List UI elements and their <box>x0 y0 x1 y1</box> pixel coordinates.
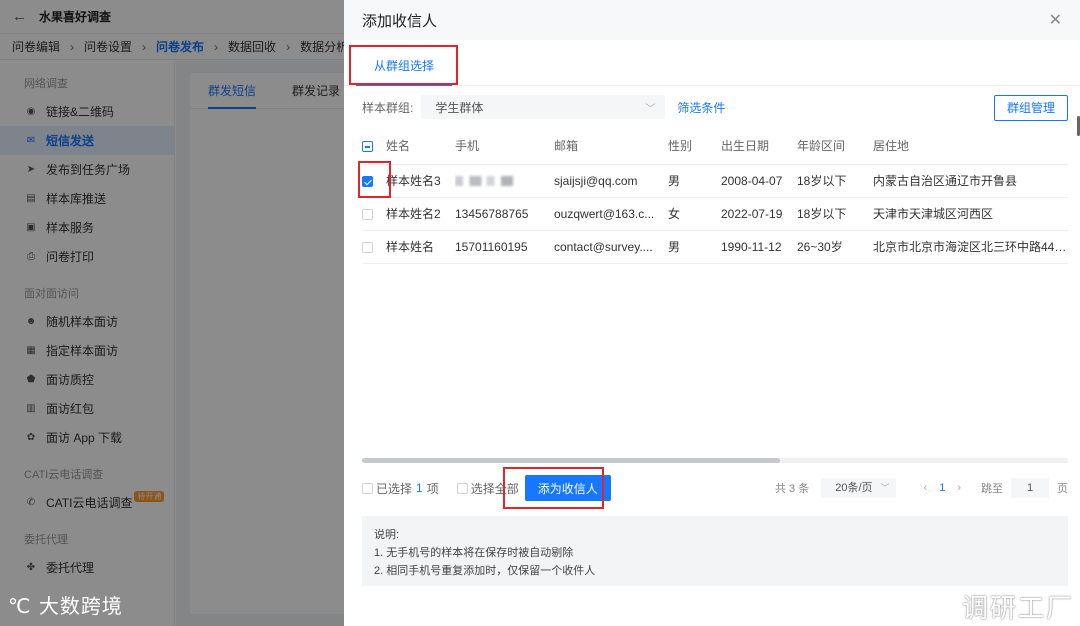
cell-birth: 2008-04-07 <box>721 164 797 198</box>
tab-from-group[interactable]: 从群组选择 <box>356 40 453 86</box>
current-page[interactable]: 1 <box>939 482 945 494</box>
cell-birth: 1990-11-12 <box>721 230 797 264</box>
row-select-cell[interactable] <box>362 197 386 231</box>
brand-logo-icon: ℃ <box>8 594 32 618</box>
watermark-right: 调研工厂 <box>961 594 1074 624</box>
row-checkbox[interactable] <box>362 175 373 187</box>
cell-gender: 男 <box>668 230 721 264</box>
notes-panel: 说明: 1. 无手机号的样本将在保存时被自动剔除 2. 相同手机号重复添加时，仅… <box>362 516 1068 586</box>
page-size-value: 20条/页 <box>835 482 873 494</box>
column-header: 居住地 <box>873 128 1068 165</box>
total-count: 共 3 条 <box>774 483 810 495</box>
row-select-cell[interactable] <box>362 164 386 198</box>
column-header: 性别 <box>668 128 721 165</box>
cell-age: 18岁以下 <box>797 197 873 231</box>
cell-gender: 女 <box>668 197 721 231</box>
selected-suffix: 项 <box>426 481 439 496</box>
add-recipient-modal: 添加收信人 ✕ 从群组选择 样本群组: 学生群体 ﹀ 筛选条件 群组管理 姓名 … <box>344 0 1080 626</box>
prev-page-icon[interactable]: ‹ <box>924 482 928 494</box>
filter-row: 样本群组: 学生群体 ﹀ 筛选条件 群组管理 <box>344 86 1080 128</box>
row-checkbox[interactable] <box>362 208 373 220</box>
modal-footer: 已选择 1 项 选择全部 添为收信人 共 3 条 20条/页 ﹀ ‹ 1 › 跳至… <box>362 475 1068 501</box>
select-all-footer-checkbox[interactable] <box>456 482 468 494</box>
selected-prefix: 已选择 <box>376 481 413 496</box>
pagination: 共 3 条 20条/页 ﹀ ‹ 1 › 跳至 1 页 <box>775 478 1068 498</box>
cell-email: contact@survey.... <box>554 230 668 264</box>
notes-line: 2. 相同手机号重复添加时，仅保留一个收件人 <box>374 565 596 577</box>
close-icon[interactable]: ✕ <box>1049 10 1062 30</box>
modal-header: 添加收信人 ✕ <box>344 0 1080 40</box>
filter-conditions-link[interactable]: 筛选条件 <box>677 99 725 116</box>
cell-name: 样本姓名2 <box>386 197 455 231</box>
page-size-select[interactable]: 20条/页 ﹀ <box>821 478 896 498</box>
table-row[interactable]: 样本姓名 15701160195 contact@survey.... 男 19… <box>362 230 1068 264</box>
select-all-checkbox[interactable] <box>362 141 373 153</box>
cell-email: sjaijsji@qq.com <box>554 164 668 198</box>
column-header: 手机 <box>455 128 554 165</box>
cell-age: 26~30岁 <box>797 230 873 264</box>
add-recipient-button[interactable]: 添为收信人 <box>524 475 611 501</box>
select-all-label: 选择全部 <box>470 481 519 496</box>
cell-phone: 15701160195 <box>455 230 554 264</box>
modal-tabs: 从群组选择 <box>344 40 1080 86</box>
cell-name: 样本姓名3 <box>386 164 455 198</box>
table-header-row: 姓名 手机 邮箱 性别 出生日期 年龄区间 居住地 <box>362 128 1068 165</box>
cell-phone: 13456788765 <box>455 197 554 231</box>
column-header: 邮箱 <box>554 128 668 165</box>
group-select[interactable]: 学生群体 ﹀ <box>421 95 666 119</box>
scrollbar-thumb[interactable] <box>362 458 780 463</box>
column-header: 出生日期 <box>721 128 797 165</box>
table-row[interactable]: 样本姓名3 sjaijsji@qq.com 男 2008-04-07 18岁以下… <box>362 164 1068 198</box>
group-select-value: 学生群体 <box>435 100 484 115</box>
watermark-left: ℃ 大数跨境 <box>8 590 123 619</box>
select-all-option[interactable]: 选择全部 <box>456 480 519 497</box>
selected-checkbox[interactable] <box>362 482 373 494</box>
row-checkbox[interactable] <box>362 241 373 253</box>
cell-address: 北京市北京市海淀区北三环中路44号... <box>873 230 1068 264</box>
notes-line: 1. 无手机号的样本将在保存时被自动剔除 <box>374 547 574 559</box>
select-all-cell[interactable] <box>362 128 386 165</box>
cell-age: 18岁以下 <box>797 164 873 198</box>
column-header: 姓名 <box>386 128 455 165</box>
selected-count-value: 1 <box>416 481 423 495</box>
horizontal-scrollbar[interactable] <box>362 458 1068 463</box>
watermark-left-text: 大数跨境 <box>38 594 123 618</box>
cell-birth: 2022-07-19 <box>721 197 797 231</box>
row-select-cell[interactable] <box>362 230 386 264</box>
jump-page-input[interactable]: 1 <box>1011 478 1049 498</box>
chevron-down-icon: ﹀ <box>645 103 656 115</box>
cell-gender: 男 <box>668 164 721 198</box>
cell-email: ouzqwert@163.c... <box>554 197 668 231</box>
selected-count: 已选择 1 项 <box>362 480 439 497</box>
jump-label: 跳至 <box>981 483 1003 495</box>
page-suffix: 页 <box>1057 483 1068 495</box>
cell-phone <box>455 164 554 198</box>
table-row[interactable]: 样本姓名2 13456788765 ouzqwert@163.c... 女 20… <box>362 197 1068 231</box>
cell-address: 天津市天津城区河西区 <box>873 197 1068 231</box>
cell-address: 内蒙古自治区通辽市开鲁县 <box>873 164 1068 198</box>
notes-title: 说明: <box>374 529 400 541</box>
next-page-icon[interactable]: › <box>957 482 961 494</box>
column-header: 年龄区间 <box>797 128 873 165</box>
modal-title: 添加收信人 <box>362 12 438 30</box>
cell-name: 样本姓名 <box>386 230 455 264</box>
group-manage-button[interactable]: 群组管理 <box>993 95 1068 121</box>
group-filter-label: 样本群组: <box>362 100 414 115</box>
chevron-down-icon: ﹀ <box>880 483 890 493</box>
phone-blurred <box>455 176 521 187</box>
recipient-table: 姓名 手机 邮箱 性别 出生日期 年龄区间 居住地 样本姓名3 sjaijsji… <box>362 128 1068 264</box>
